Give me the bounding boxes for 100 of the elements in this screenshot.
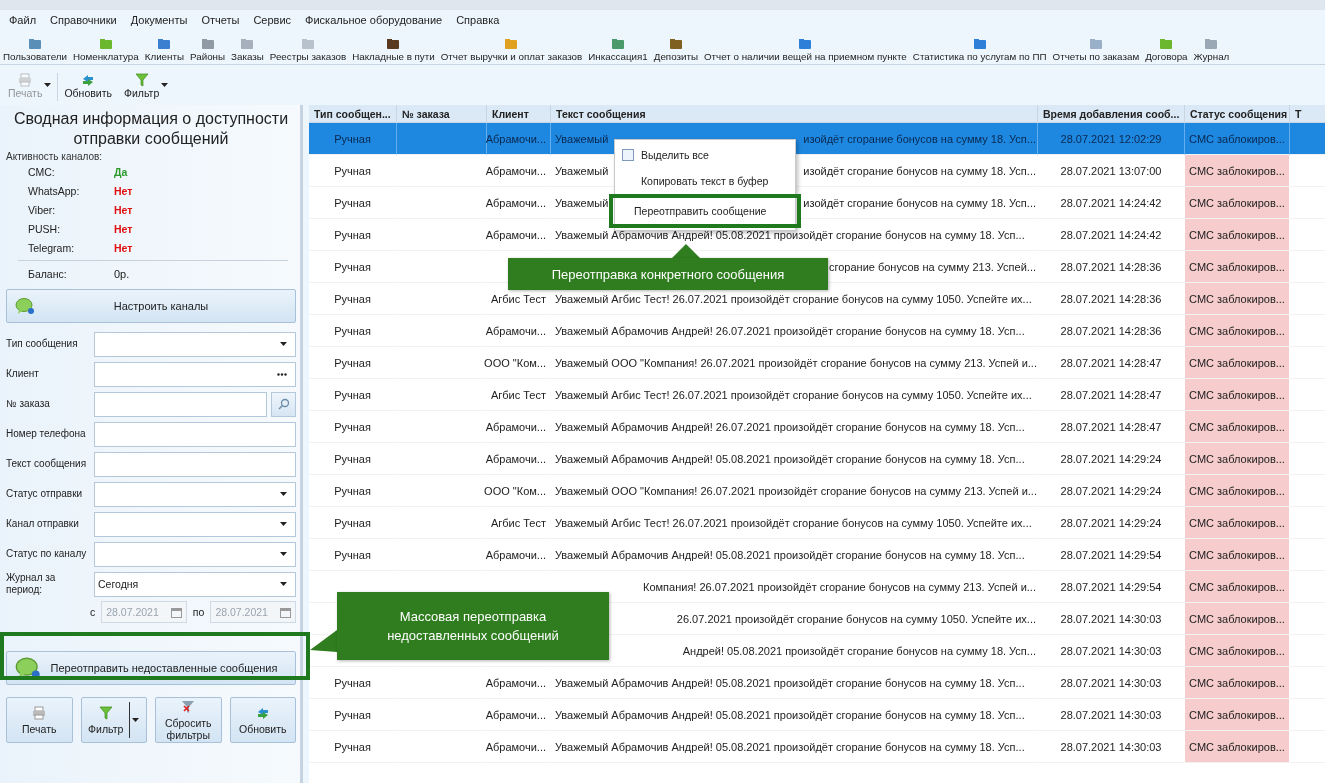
checkbox-icon <box>622 149 634 161</box>
column-header[interactable]: Тип сообщен... <box>309 105 397 122</box>
toolbar-button[interactable]: Реестры заказов <box>266 37 350 64</box>
toolbar-button[interactable]: Отчет выручки и оплат заказов <box>437 37 586 64</box>
toolbar-button[interactable]: Договора <box>1142 37 1191 64</box>
lookup-field[interactable] <box>94 361 296 387</box>
table-cell: Ручная <box>334 484 371 497</box>
table-row[interactable]: Компания! 26.07.2021 произойдёт сгорание бонусов на сумму 213. Успей и... 28.07.2021 14:29:54 СМС заблокиров... <box>309 571 1325 603</box>
column-header[interactable]: Статус сообщения <box>1185 105 1290 122</box>
table-row[interactable]: Ручная Абрамочи... Уважемый Абрамочив Андрей! 05.08.2021 произойдёт сгорание бонусов на сумму 18. Усп... 28.07.2021 14:30:03 СМС заблокиров... <box>309 731 1325 763</box>
panel-button[interactable]: Фильтр <box>80 697 147 743</box>
table-row[interactable]: Ручная Абрамочи... Уважемый Абрамочив Андрей! 05.08.2021 произойдёт сгорание бонусов на сумму 18. Усп... 28.07.2021 14:29:24 СМС заблокиров... <box>309 443 1325 475</box>
column-header[interactable]: Время добавления сооб... <box>1038 105 1185 122</box>
channel-status: Нет <box>114 184 133 197</box>
filter-icon <box>98 705 113 720</box>
caret-icon <box>280 552 287 556</box>
input-field[interactable] <box>94 421 296 447</box>
column-header[interactable]: Клиент <box>487 105 551 122</box>
ellipsis-icon <box>277 372 287 376</box>
column-header[interactable]: № заказа <box>397 105 487 122</box>
table-cell: Ручная <box>334 708 371 721</box>
input-field[interactable] <box>94 391 267 417</box>
table-cell: СМС заблокиров... <box>1189 388 1285 401</box>
table-cell: 28.07.2021 14:30:03 <box>1060 612 1162 625</box>
table-cell: Агбис Тест <box>490 388 546 401</box>
table-row[interactable]: Ручная Абрамочи... Уважемый Абрамочив Андрей! 05.08.2021 произойдёт сгорание бонусов на сумму 18. Усп... 28.07.2021 14:30:03 СМС заблокиров... <box>309 699 1325 731</box>
field-label: Номер телефона <box>6 428 87 440</box>
table-row[interactable]: Ручная ООО "Ком... Уважемый ООО "Компания! 26.07.2021 произойдёт сгорание бонусов на сумму 213. Успей и... 28.07.2021 14:29:24 СМС заблокиров... <box>309 475 1325 507</box>
menu-item[interactable]: Справочники <box>43 14 124 26</box>
table-row[interactable]: Ручная Агбис Тест Уважемый Агбис Тест! 26.07.2021 произойдёт сгорание бонусов на сумму 1050. Успейте их... 28.07.2021 14:29:24 СМС заблокиров... <box>309 507 1325 539</box>
dropdown-field[interactable] <box>94 541 296 567</box>
panel-button[interactable]: Печать <box>6 697 73 743</box>
table-cell: Уважемый <box>555 132 609 145</box>
table-row[interactable]: Ручная Абрамочи... Уважемый Абрамочив Андрей! 05.08.2021 произойдёт сгорание бонусов на сумму 18. Усп... 28.07.2021 14:30:03 СМС заблокиров... <box>309 667 1325 699</box>
dropdown-field[interactable] <box>94 331 296 357</box>
toolbar-button[interactable]: Заказы <box>228 37 267 64</box>
date-label: по <box>191 606 206 618</box>
menu-item[interactable]: Документы <box>123 14 195 26</box>
caret-icon <box>161 83 169 87</box>
printer-icon <box>18 73 33 87</box>
folder-icon <box>798 37 813 51</box>
field-label: Журнал за период: <box>6 572 57 596</box>
toolbar-button[interactable]: Обновить <box>58 73 118 101</box>
field-label: № заказа <box>6 398 51 410</box>
folder-icon <box>504 37 519 51</box>
table-cell: СМС заблокиров... <box>1189 612 1285 625</box>
toolbar-button[interactable]: Фильтр <box>117 73 175 101</box>
toolbar-button[interactable]: Отчеты по заказам <box>1049 37 1143 64</box>
column-header[interactable]: Текст сообщения <box>551 105 1038 122</box>
table-row[interactable]: Ручная Абрамочи... Уважемый Абрамочив Андрей! 05.08.2021 произойдёт сгорание бонусов на сумму 18. Усп... 28.07.2021 14:24:42 СМС заблокиров... <box>309 219 1325 251</box>
search-button[interactable] <box>271 391 296 417</box>
menu-item[interactable]: Сервис <box>246 14 299 26</box>
toolbar-button[interactable]: Накладные в пути <box>349 37 438 64</box>
dropdown-field[interactable] <box>94 511 296 537</box>
channel-name: Viber: <box>28 203 57 216</box>
search-icon <box>277 398 290 410</box>
toolbar-button[interactable]: Районы <box>187 37 229 64</box>
panel-button[interactable]: Сбросить фильтры <box>155 697 222 743</box>
table-row[interactable]: Ручная Агбис Тест Уважемый Агбис Тест! 26.07.2021 произойдёт сгорание бонусов на сумму 1050. Успейте их... 28.07.2021 14:28:36 СМС заблокиров... <box>309 283 1325 315</box>
table-row[interactable]: Ручная Абрамочи... Уважемый Абрамочив Андрей! 26.07.2021 произойдёт сгорание бонусов на сумму 18. Усп... 28.07.2021 14:28:36 СМС заблокиров... <box>309 315 1325 347</box>
panel-button[interactable]: Обновить <box>229 697 296 743</box>
folder-icon <box>240 37 255 51</box>
input-field[interactable] <box>94 451 296 477</box>
caret-icon <box>280 522 287 526</box>
table-cell: 28.07.2021 14:28:47 <box>1060 420 1162 433</box>
table-cell: 28.07.2021 14:29:54 <box>1060 580 1162 593</box>
toolbar-button[interactable]: Статистика по услугам по ПП <box>909 37 1050 64</box>
toolbar-button[interactable]: Пользователи <box>0 37 70 64</box>
configure-channels-button[interactable]: Настроить каналы <box>6 289 296 323</box>
table-cell: Ручная <box>334 452 371 465</box>
toolbar-button[interactable]: Номенклатура <box>69 37 142 64</box>
toolbar-button[interactable]: Журнал <box>1190 37 1233 64</box>
folder-icon <box>972 37 987 51</box>
menu-item[interactable]: Фискальное оборудование <box>298 14 450 26</box>
toolbar-button[interactable]: Инкассация1 <box>585 37 651 64</box>
table-cell: Абрамочи... <box>485 548 546 561</box>
field-label: Тип сообщения <box>6 338 79 350</box>
dropdown-field[interactable] <box>94 481 296 507</box>
table-cell: 26.07.2021 произойдёт сгорание бонусов на сумму 1050. Успейте их... <box>676 612 1036 625</box>
toolbar-button[interactable]: Клиенты <box>141 37 187 64</box>
table-row[interactable]: Ручная ООО "Ком... Уважемый ООО "Компания! 26.07.2021 произойдёт сгорание бонусов на сумму 213. Успей и... 28.07.2021 14:28:47 СМС заблокиров... <box>309 347 1325 379</box>
column-header[interactable]: Т <box>1290 105 1325 122</box>
folder-icon <box>386 37 401 51</box>
dropdown-field[interactable]: Сегодня <box>94 571 296 597</box>
table-cell: Уважемый ООО "Компания! 26.07.2021 произойдёт сгорание бонусов на сумму 213. Успей и... <box>555 356 1037 369</box>
toolbar-button[interactable]: Депозиты <box>650 37 701 64</box>
menu-item[interactable]: Справка <box>449 14 507 26</box>
table-cell: 28.07.2021 14:30:03 <box>1060 676 1162 689</box>
table-cell: Ручная <box>334 388 371 401</box>
toolbar-button[interactable]: Отчет о наличии вещей на приемном пункте <box>701 37 910 64</box>
table-cell: 28.07.2021 14:30:03 <box>1060 644 1162 657</box>
table-row[interactable]: Ручная Агбис Тест Уважемый Агбис Тест! 26.07.2021 произойдёт сгорание бонусов на сумму 1050. Успейте их... 28.07.2021 14:28:47 СМС заблокиров... <box>309 379 1325 411</box>
table-cell: СМС заблокиров... <box>1189 644 1285 657</box>
channel-status: Нет <box>114 241 133 254</box>
table-row[interactable]: Ручная Абрамочи... Уважемый Абрамочив Андрей! 05.08.2021 произойдёт сгорание бонусов на сумму 18. Усп... 28.07.2021 14:29:54 СМС заблокиров... <box>309 539 1325 571</box>
table-cell: Абрамочи... <box>485 324 546 337</box>
folder-icon <box>157 37 172 51</box>
menu-item[interactable]: Файл <box>2 14 44 26</box>
menu-item[interactable]: Отчеты <box>194 14 247 26</box>
table-row[interactable]: Ручная Абрамочи... Уважемый Абрамочив Андрей! 26.07.2021 произойдёт сгорание бонусов на сумму 18. Усп... 28.07.2021 14:28:47 СМС заблокиров... <box>309 411 1325 443</box>
